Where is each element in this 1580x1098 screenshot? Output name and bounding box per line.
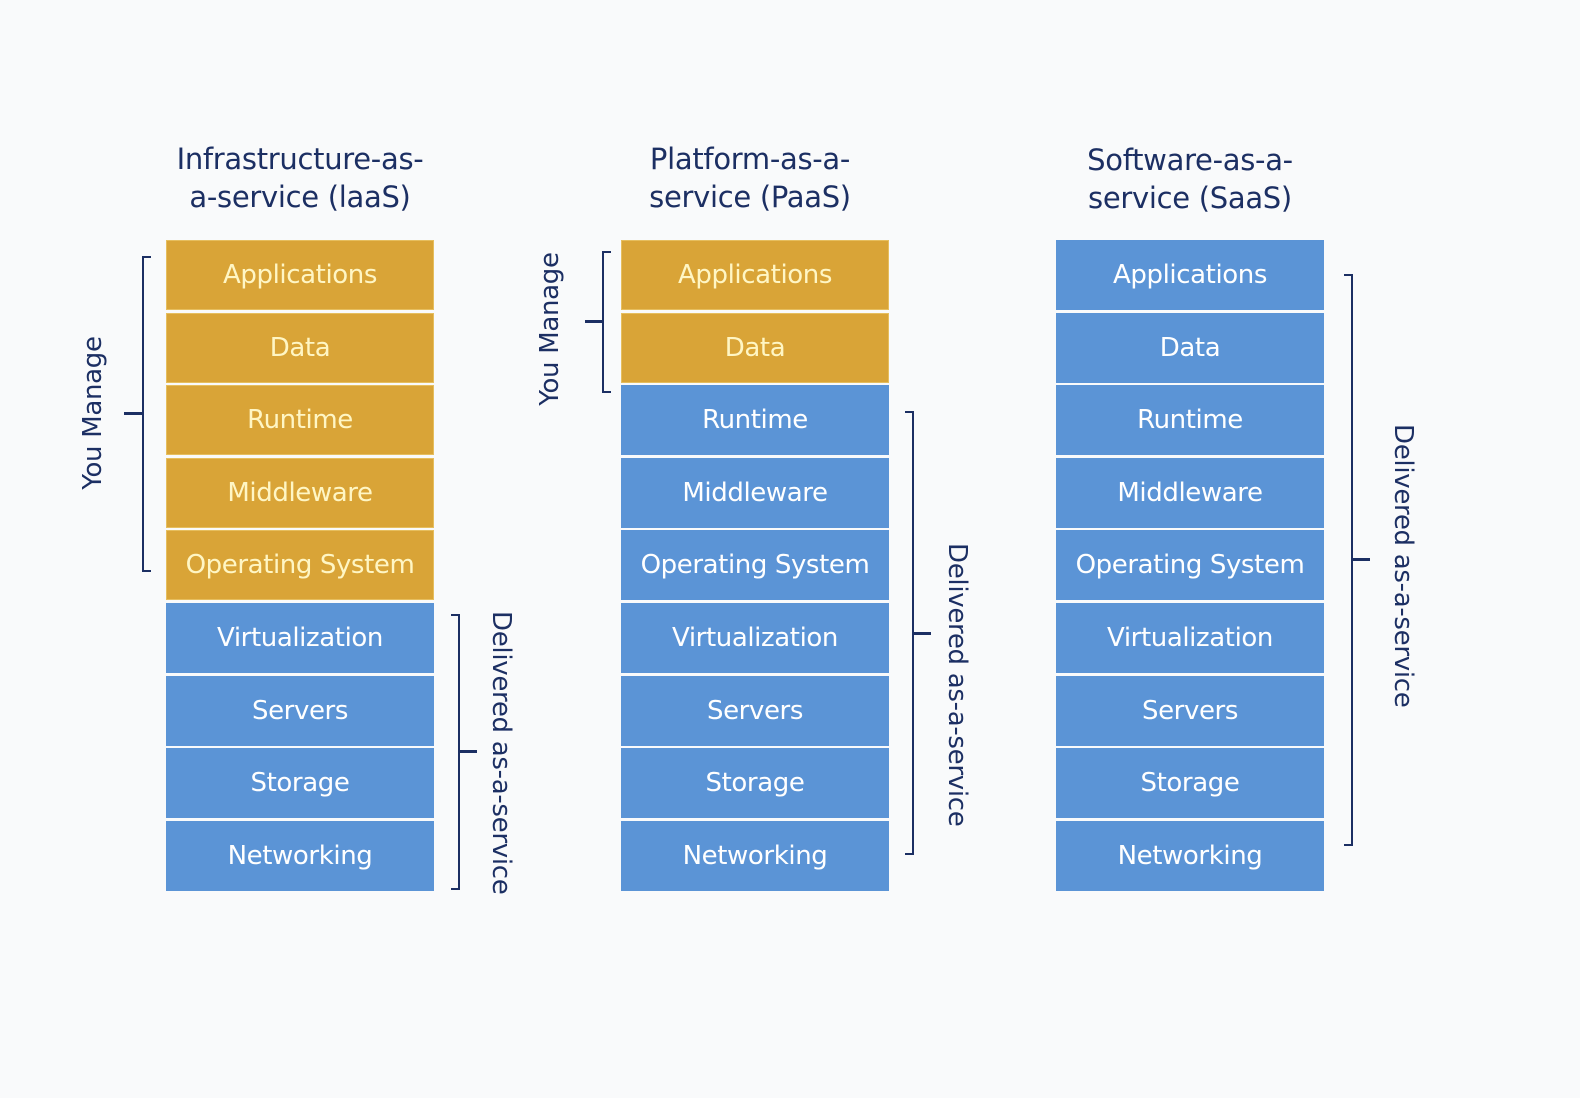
paas-layer-virtualization: Virtualization: [621, 602, 889, 673]
iaas-layer-operating-system: Operating System: [166, 530, 434, 601]
paas-layer-middleware: Middleware: [621, 457, 889, 528]
iaas-title: Infrastructure-as- a-service (laaS): [176, 142, 424, 214]
saas-layer-applications: Applications: [1056, 240, 1324, 310]
saas-layer-operating-system: Operating System: [1056, 530, 1324, 601]
iaas-layer-virtualization: Virtualization: [166, 602, 434, 673]
paas-layer-storage: Storage: [621, 748, 889, 819]
iaas-delivered-label: Delivered as-a-service: [486, 611, 516, 895]
paas-layer-applications: Applications: [621, 240, 889, 310]
paas-layer-runtime: Runtime: [621, 385, 889, 456]
paas-layer-data: Data: [621, 312, 889, 383]
paas-title: Platform-as-a- service (PaaS): [649, 142, 851, 214]
iaas-layer-networking: Networking: [166, 820, 434, 891]
iaas-layer-applications: Applications: [166, 240, 434, 310]
paas-you-manage-bracket: [602, 251, 611, 393]
saas-delivered-bracket-tick: [1351, 558, 1370, 561]
paas-you-manage-bracket-tick: [585, 320, 603, 323]
iaas-you-manage-label: You Manage: [78, 336, 108, 490]
saas-layer-runtime: Runtime: [1056, 385, 1324, 456]
saas-layer-networking: Networking: [1056, 820, 1324, 891]
iaas-layer-runtime: Runtime: [166, 385, 434, 456]
paas-delivered-label: Delivered as-a-service: [942, 543, 972, 827]
iaas-you-manage-bracket-tick: [124, 412, 143, 415]
iaas-layer-middleware: Middleware: [166, 457, 434, 528]
saas-layer-virtualization: Virtualization: [1056, 602, 1324, 673]
iaas-layer-servers: Servers: [166, 675, 434, 746]
paas-layer-networking: Networking: [621, 820, 889, 891]
iaas-you-manage-bracket: [142, 256, 151, 572]
saas-delivered-label: Delivered as-a-service: [1388, 424, 1418, 708]
iaas-layer-storage: Storage: [166, 748, 434, 819]
paas-layer-operating-system: Operating System: [621, 530, 889, 601]
saas-layer-storage: Storage: [1056, 748, 1324, 819]
saas-title: Software-as-a- service (SaaS): [1087, 143, 1293, 215]
saas-stack: Applications Data Runtime Middleware Ope…: [1056, 240, 1324, 893]
saas-layer-data: Data: [1056, 312, 1324, 383]
paas-stack: Applications Data Runtime Middleware Ope…: [621, 240, 889, 893]
saas-layer-middleware: Middleware: [1056, 457, 1324, 528]
iaas-layer-data: Data: [166, 312, 434, 383]
iaas-delivered-bracket-tick: [458, 750, 477, 753]
paas-delivered-bracket-tick: [912, 632, 931, 635]
paas-you-manage-label: You Manage: [535, 252, 565, 406]
iaas-stack: Applications Data Runtime Middleware Ope…: [166, 240, 434, 893]
saas-layer-servers: Servers: [1056, 675, 1324, 746]
paas-layer-servers: Servers: [621, 675, 889, 746]
